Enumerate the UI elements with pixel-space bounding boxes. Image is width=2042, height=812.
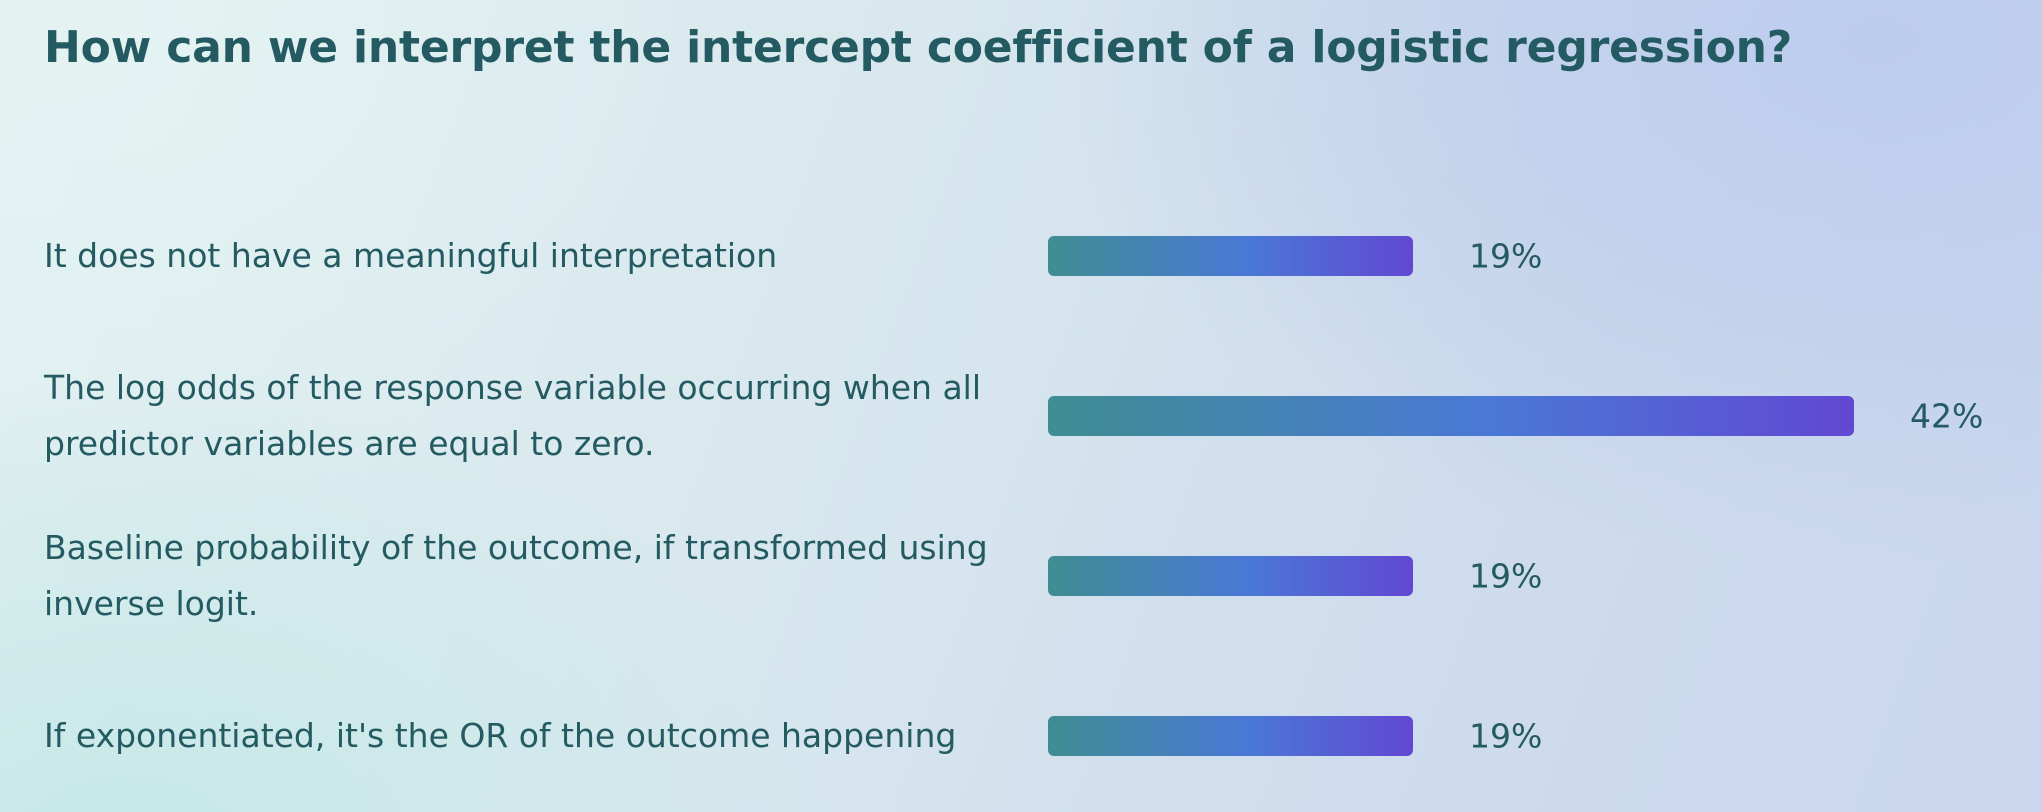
poll-option-row: The log odds of the response variable oc…	[0, 356, 2042, 476]
result-bar	[1048, 236, 1413, 276]
percent-label: 19%	[1469, 236, 1543, 276]
poll-option-row: If exponentiated, it's the OR of the out…	[0, 676, 2042, 796]
option-label: The log odds of the response variable oc…	[44, 368, 982, 463]
result-bar	[1048, 556, 1413, 596]
poll-option-row: Baseline probability of the outcome, if …	[0, 516, 2042, 636]
option-label: Baseline probability of the outcome, if …	[44, 528, 988, 623]
result-bar	[1048, 396, 1854, 436]
percent-label: 42%	[1910, 396, 1984, 436]
option-label: If exponentiated, it's the OR of the out…	[44, 716, 957, 755]
option-label: It does not have a meaningful interpreta…	[44, 236, 778, 275]
result-bar	[1048, 716, 1413, 756]
poll-option-row: It does not have a meaningful interpreta…	[0, 196, 2042, 316]
percent-label: 19%	[1469, 556, 1543, 596]
question-title: How can we interpret the intercept coeff…	[44, 22, 1793, 73]
percent-label: 19%	[1469, 716, 1543, 756]
